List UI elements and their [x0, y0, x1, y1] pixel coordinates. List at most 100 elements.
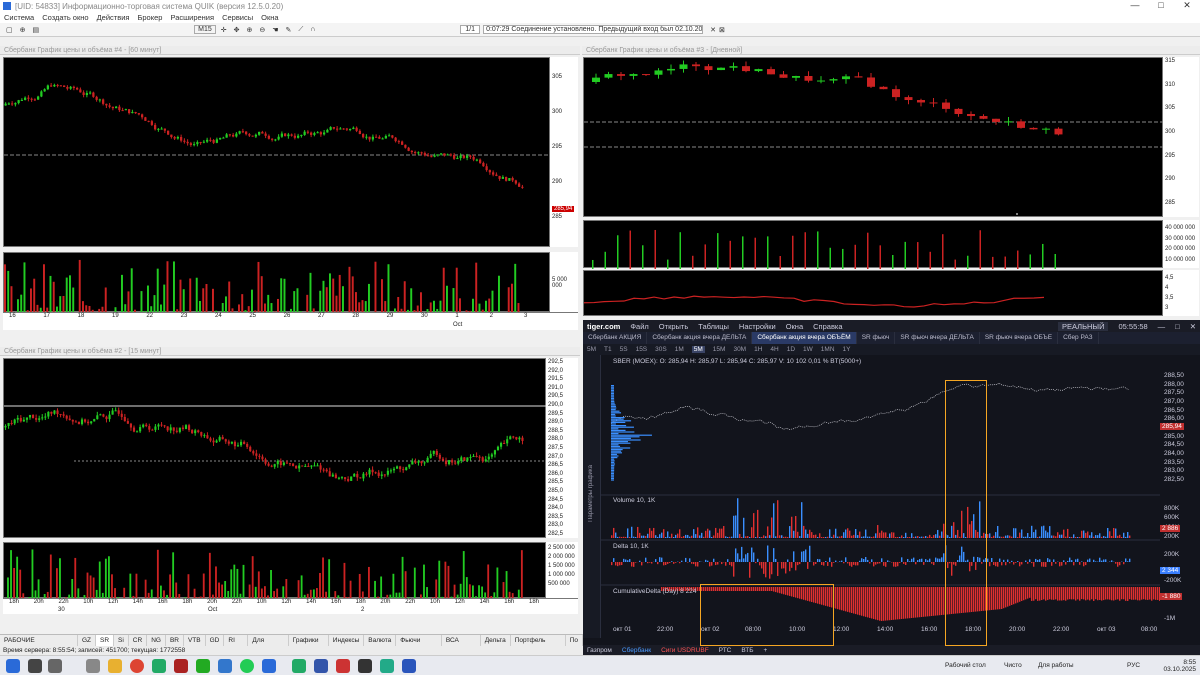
menu-item-extensions[interactable]: Расширения: [166, 12, 218, 23]
timeframe-4h[interactable]: 4H: [770, 346, 778, 353]
timeframe-1y[interactable]: 1Y: [843, 346, 851, 353]
workspace-tab[interactable]: Фьючи разные: [396, 635, 442, 656]
workspace-tab[interactable]: Графики МБ: [289, 635, 329, 656]
workspace-tab[interactable]: ВСА уровни: [442, 635, 481, 656]
workspace-tab[interactable]: GZ: [78, 635, 96, 646]
workspace-tab[interactable]: CR: [129, 635, 148, 646]
timeframe-1d[interactable]: 1D: [787, 346, 795, 353]
account-mode-select[interactable]: РЕАЛЬНЫЙ: [1058, 321, 1109, 331]
tiger-menu-open[interactable]: Открыть: [659, 322, 688, 331]
workspace-tab[interactable]: По: [566, 635, 583, 646]
minimize-button[interactable]: —: [1122, 0, 1148, 11]
tiger-tab-vtb[interactable]: ВТБ: [741, 647, 753, 654]
menu-item-services[interactable]: Сервисы: [218, 12, 257, 23]
line-icon[interactable]: ⟋: [296, 26, 305, 34]
tiger-tab-usdrub[interactable]: Сиги USDRUBF: [661, 647, 709, 654]
workspace-tab[interactable]: Si: [114, 635, 129, 646]
hand-icon[interactable]: ☚: [270, 26, 280, 34]
app-icon-6[interactable]: [314, 659, 328, 673]
word-icon[interactable]: [402, 659, 416, 673]
indicator-chart-daily[interactable]: [583, 270, 1163, 316]
taskbar-desktop[interactable]: Рабочий стол: [945, 662, 986, 669]
tab-sber-delta[interactable]: Сбербанк акция вчера ДЕЛЬТА: [647, 332, 753, 344]
workspace-tab[interactable]: NG: [147, 635, 166, 646]
disconnect-icon[interactable]: ✕: [710, 26, 716, 34]
workspace-tab[interactable]: SR: [95, 635, 115, 646]
workspace-tab[interactable]: Для скринов: [248, 635, 289, 656]
app-icon-1[interactable]: [152, 659, 166, 673]
tiger-menu-windows[interactable]: Окна: [786, 322, 803, 331]
pencil-icon[interactable]: ✎: [284, 26, 294, 34]
excel-icon[interactable]: [196, 659, 210, 673]
tiger-maximize-button[interactable]: □: [1175, 322, 1180, 331]
search-icon[interactable]: [28, 659, 42, 673]
chrome-icon[interactable]: [130, 659, 144, 673]
menu-item-system[interactable]: Система: [0, 12, 38, 23]
magnet-icon[interactable]: ∩: [308, 26, 317, 33]
task-view-icon[interactable]: [48, 659, 62, 673]
tab-sber-stock[interactable]: Сбербанк АКЦИЯ: [583, 332, 648, 344]
app-icon-5[interactable]: [292, 659, 306, 673]
price-chart-60min[interactable]: [3, 57, 551, 247]
system-clock[interactable]: 8:55 03.10.2025: [1163, 659, 1196, 673]
timeframe-1m[interactable]: 1M: [675, 346, 684, 353]
zoom-out-icon[interactable]: ⊖: [257, 26, 267, 34]
app-icon-9[interactable]: [380, 659, 394, 673]
timeframe-1h[interactable]: 1H: [754, 346, 762, 353]
tiger-add-tab-button[interactable]: +: [764, 647, 768, 654]
move-icon[interactable]: ✥: [232, 26, 242, 34]
tiger-menu-settings[interactable]: Настройки: [739, 322, 776, 331]
chart-params-label[interactable]: Параметры графика: [588, 465, 594, 522]
tiger-tab-sber[interactable]: Сбербанк: [622, 647, 651, 654]
workspace-tab[interactable]: RI MX: [224, 635, 249, 656]
timeframe-15m[interactable]: 15M: [713, 346, 726, 353]
app-icon-8[interactable]: [358, 659, 372, 673]
tiger-chart-area[interactable]: [601, 355, 1160, 638]
timeframe-5m[interactable]: 5M: [587, 346, 596, 353]
tab-sber-volume[interactable]: Сбербанк акция вчера ОБЪЁМ: [752, 332, 857, 344]
tiger-menu-file[interactable]: Файл: [630, 322, 648, 331]
zoom-in-icon[interactable]: ⊕: [245, 26, 255, 34]
volume-chart-daily[interactable]: [583, 220, 1163, 269]
timeframe-30s[interactable]: 30S: [655, 346, 667, 353]
timeframe-5m[interactable]: 5M: [691, 346, 705, 353]
tab-sr-volume[interactable]: SR фьюч вчера ОБЪЕ: [980, 332, 1059, 344]
taskbar-clean[interactable]: Чисто: [1004, 662, 1022, 669]
maximize-button[interactable]: □: [1148, 0, 1174, 11]
calculator-icon[interactable]: [86, 659, 100, 673]
language-indicator[interactable]: РУС: [1127, 662, 1140, 669]
timeframe-15s[interactable]: 15S: [636, 346, 648, 353]
app-icon-2[interactable]: [174, 659, 188, 673]
workspace-tab[interactable]: РАБОЧИЕ ИНСТРУМЕНТЫ: [0, 635, 78, 656]
tab-sr-futures[interactable]: SR фьюч: [857, 332, 896, 344]
workspace-tab[interactable]: VTB: [184, 635, 206, 646]
workspace-tab[interactable]: BR: [166, 635, 184, 646]
timeframe-5s[interactable]: 5S: [620, 346, 628, 353]
timeframe-1w[interactable]: 1W: [803, 346, 813, 353]
workspace-tab[interactable]: GD: [206, 635, 225, 646]
taskbar-work[interactable]: Для работы: [1038, 662, 1074, 669]
menu-item-windows[interactable]: Окна: [257, 12, 282, 23]
menu-item-actions[interactable]: Действия: [93, 12, 134, 23]
tiger-menu-tables[interactable]: Таблицы: [698, 322, 729, 331]
workspace-tab[interactable]: Индексы: [329, 635, 365, 646]
timeframe-select[interactable]: M15: [194, 25, 216, 34]
close-button[interactable]: ✕: [1174, 0, 1200, 11]
lock-icon[interactable]: ⊠: [719, 26, 725, 34]
chart-icon[interactable]: ▤: [31, 26, 42, 34]
tiger-menu-help[interactable]: Справка: [813, 322, 842, 331]
app-icon-7[interactable]: [336, 659, 350, 673]
volume-chart-15min[interactable]: [3, 542, 546, 599]
menu-item-broker[interactable]: Брокер: [133, 12, 166, 23]
tab-sber-other[interactable]: Сбер РАЗ: [1058, 332, 1099, 344]
workspace-tab[interactable]: Валюта: [364, 635, 397, 646]
menu-item-create-window[interactable]: Создать окно: [38, 12, 92, 23]
app-icon-3[interactable]: [218, 659, 232, 673]
whatsapp-icon[interactable]: [240, 659, 254, 673]
tiger-close-button[interactable]: ✕: [1190, 322, 1196, 331]
zoom-icon[interactable]: ⊕: [18, 26, 28, 34]
timeframe-30m[interactable]: 30M: [733, 346, 746, 353]
copy-icon[interactable]: ▢: [4, 26, 15, 34]
tiger-minimize-button[interactable]: —: [1158, 322, 1166, 331]
folder-icon[interactable]: [108, 659, 122, 673]
